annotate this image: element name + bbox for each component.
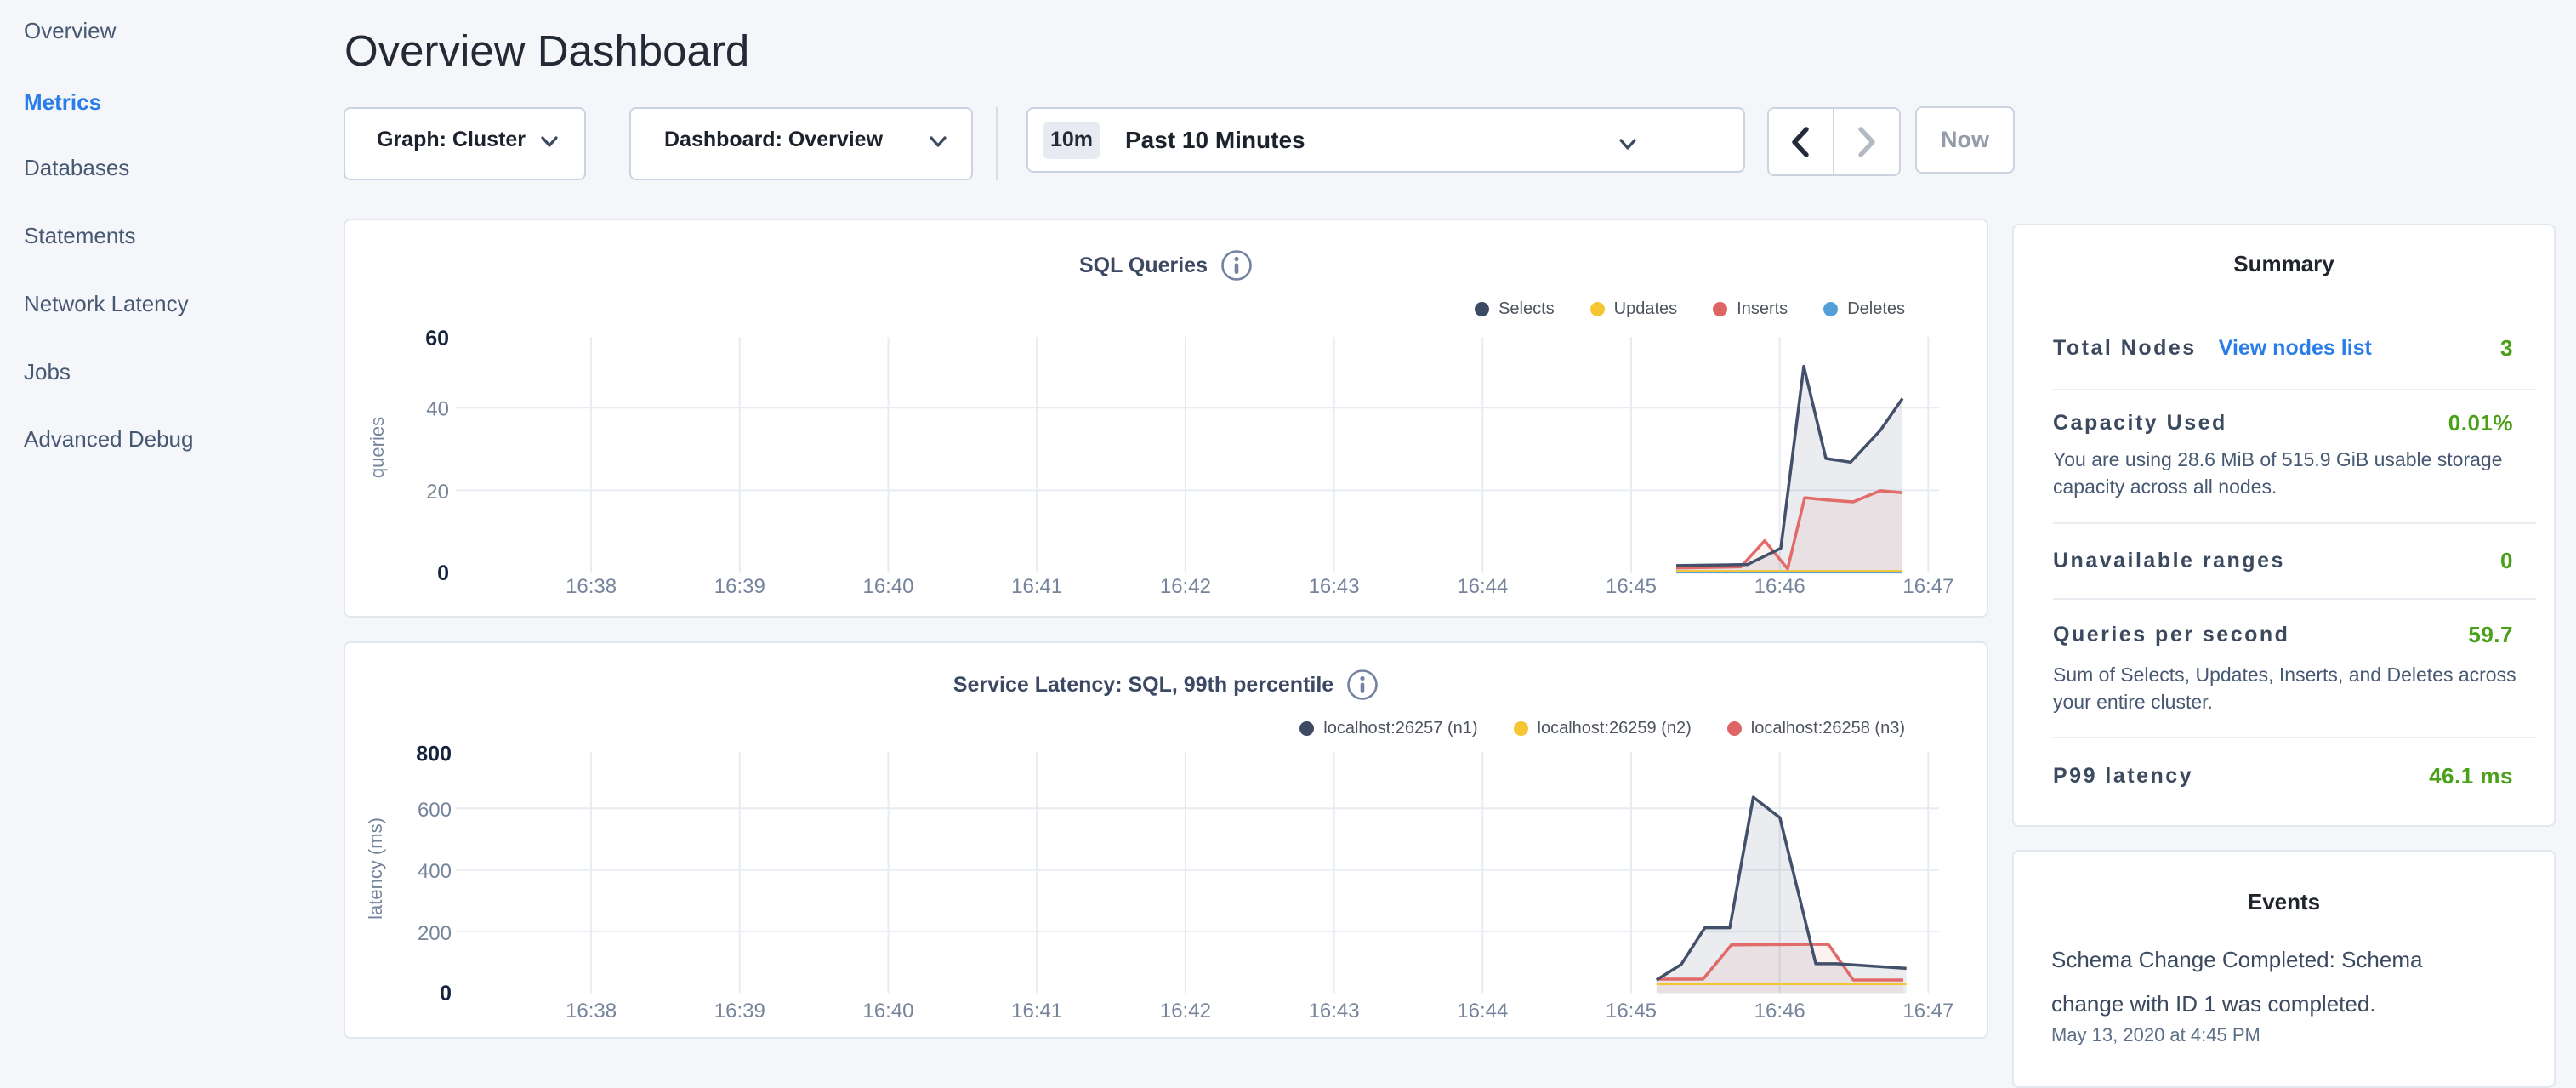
svg-text:400: 400 [418,860,452,883]
svg-text:16:41: 16:41 [1011,575,1062,598]
svg-text:16:45: 16:45 [1606,575,1657,598]
svg-text:16:39: 16:39 [714,575,765,598]
svg-text:0: 0 [440,982,452,1005]
svg-text:16:47: 16:47 [1902,1000,1953,1022]
svg-text:latency (ms): latency (ms) [365,817,386,920]
svg-text:16:39: 16:39 [714,1000,765,1022]
svg-text:20: 20 [426,481,449,504]
svg-text:16:47: 16:47 [1902,575,1953,598]
svg-text:16:44: 16:44 [1457,575,1508,598]
svg-text:60: 60 [425,327,449,350]
svg-text:16:40: 16:40 [862,575,913,598]
svg-text:40: 40 [426,398,449,421]
svg-text:16:40: 16:40 [862,1000,913,1022]
svg-text:16:43: 16:43 [1309,1000,1360,1022]
svg-text:16:46: 16:46 [1754,1000,1805,1022]
svg-text:16:38: 16:38 [566,1000,617,1022]
svg-text:16:42: 16:42 [1160,575,1211,598]
svg-text:16:46: 16:46 [1754,575,1805,598]
svg-text:600: 600 [418,799,452,822]
svg-text:16:45: 16:45 [1606,1000,1657,1022]
svg-text:16:43: 16:43 [1309,575,1360,598]
svg-text:queries: queries [367,417,388,478]
svg-text:16:38: 16:38 [566,575,617,598]
svg-text:0: 0 [437,561,449,585]
svg-text:16:42: 16:42 [1160,1000,1211,1022]
svg-text:800: 800 [416,743,452,766]
svg-text:16:41: 16:41 [1011,1000,1062,1022]
svg-text:200: 200 [418,922,452,945]
svg-text:16:44: 16:44 [1457,1000,1508,1022]
